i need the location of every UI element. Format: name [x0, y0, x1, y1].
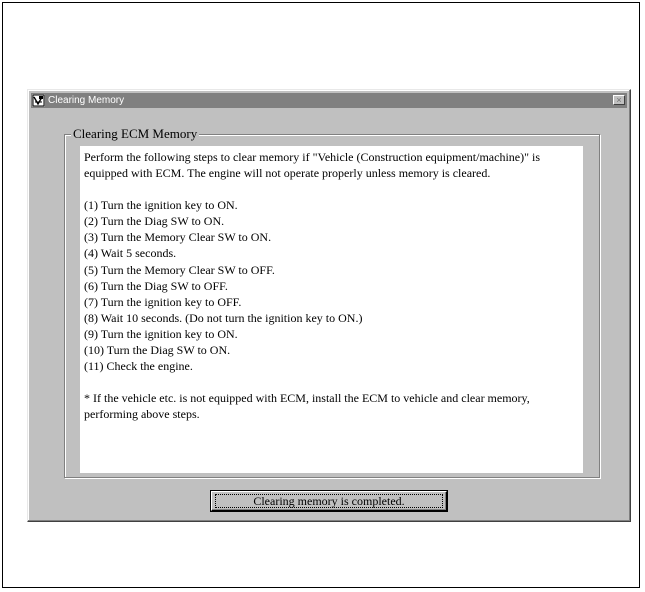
step-1: (1) Turn the ignition key to ON. — [84, 198, 238, 213]
window-title: Clearing Memory — [48, 95, 125, 106]
group-legend: Clearing ECM Memory — [71, 126, 200, 142]
close-icon: × — [616, 95, 622, 105]
clearing-ecm-memory-group: Clearing ECM Memory Perform the followin… — [64, 126, 600, 478]
app-tool-icon — [32, 94, 45, 107]
step-2: (2) Turn the Diag SW to ON. — [84, 214, 225, 229]
intro-paragraph: Perform the following steps to clear mem… — [84, 150, 541, 181]
instructions-text[interactable]: Perform the following steps to clear mem… — [80, 146, 583, 473]
step-11: (11) Check the engine. — [84, 359, 193, 374]
step-5: (5) Turn the Memory Clear SW to OFF. — [84, 262, 275, 277]
step-3: (3) Turn the Memory Clear SW to ON. — [84, 230, 272, 245]
page-frame: Clearing Memory × Clearing ECM Memory Pe… — [2, 2, 640, 588]
step-6: (6) Turn the Diag SW to OFF. — [84, 278, 228, 293]
step-9: (9) Turn the ignition key to ON. — [84, 326, 238, 341]
note-paragraph: * If the vehicle etc. is not equipped wi… — [84, 391, 530, 422]
clearing-memory-dialog: Clearing Memory × Clearing ECM Memory Pe… — [27, 89, 631, 522]
step-4: (4) Wait 5 seconds. — [84, 246, 177, 261]
button-label: Clearing memory is completed. — [253, 494, 405, 508]
title-bar[interactable]: Clearing Memory × — [31, 93, 627, 108]
step-7: (7) Turn the ignition key to OFF. — [84, 294, 242, 309]
step-8: (8) Wait 10 seconds. (Do not turn the ig… — [84, 310, 363, 325]
close-button[interactable]: × — [613, 95, 625, 105]
clearing-completed-button[interactable]: Clearing memory is completed. — [211, 491, 447, 511]
step-10: (10) Turn the Diag SW to ON. — [84, 343, 231, 358]
